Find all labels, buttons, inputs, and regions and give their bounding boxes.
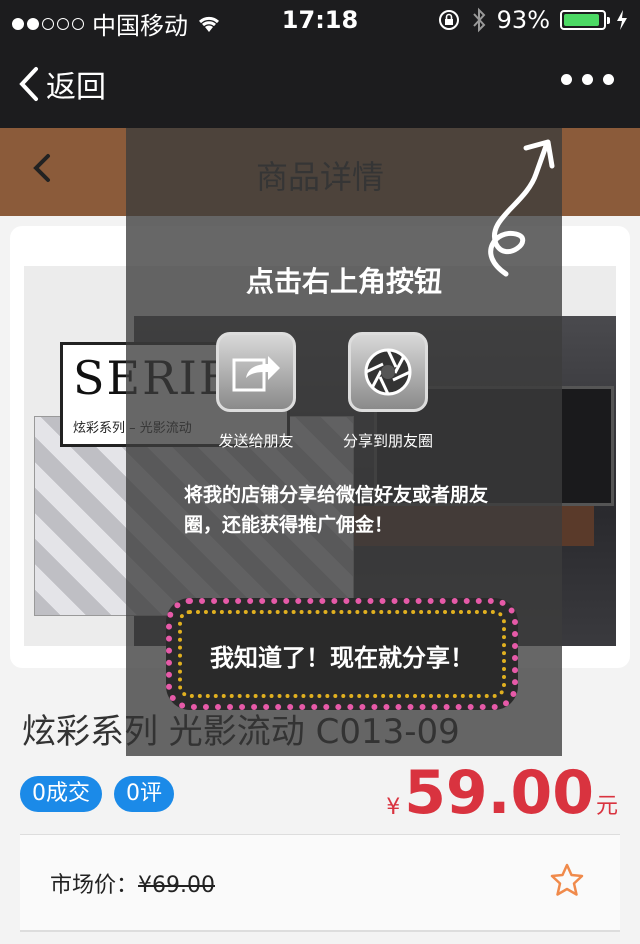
bottom-divider	[20, 930, 620, 932]
send-to-friend-button[interactable]	[216, 332, 296, 412]
overlay-description: 将我的店铺分享给微信好友或者朋友圈，还能获得推广佣金！	[184, 484, 489, 536]
reviews-badge[interactable]: 0评	[114, 776, 174, 812]
rotation-lock-icon	[438, 10, 459, 30]
status-right: 93%	[437, 6, 628, 34]
share-moments-button[interactable]	[348, 332, 428, 412]
chevron-left-icon	[19, 67, 38, 101]
overlay-title: 点击右上角按钮	[245, 265, 442, 298]
share-guide-overlay[interactable]: 点击右上角按钮 发送给朋友 分享到朋友圈 将我的店铺分享给微信好友或者朋友圈，还…	[126, 128, 562, 756]
price-currency: ¥	[386, 795, 401, 820]
confirm-share-button[interactable]: 我知道了！现在就分享！	[166, 598, 518, 710]
back-label: 返回	[46, 70, 106, 105]
battery-percent: 93%	[496, 6, 550, 34]
price-amount: 59.00	[404, 758, 594, 828]
more-dots-icon[interactable]	[561, 74, 614, 85]
aperture-icon	[364, 348, 412, 396]
market-price: 市场价：¥69.00	[50, 867, 215, 899]
back-button[interactable]: 返回	[18, 62, 106, 106]
send-to-friend-label: 发送给朋友	[218, 432, 294, 450]
product-title: 炫彩系列 光影流动 C013-09	[22, 712, 460, 752]
forward-icon	[232, 356, 280, 392]
favorite-star-icon[interactable]	[550, 863, 584, 897]
share-moments-label: 分享到朋友圈	[342, 432, 433, 450]
market-price-row: 市场价：¥69.00	[20, 835, 620, 931]
price-unit: 元	[595, 794, 618, 819]
market-price-value: ¥69.00	[138, 873, 215, 898]
deals-badge: 0成交	[20, 776, 102, 812]
status-bar: 中国移动 17:18 93%	[0, 0, 640, 40]
market-price-label: 市场价：	[50, 873, 139, 898]
confirm-share-label: 我知道了！现在就分享！	[210, 644, 474, 672]
price: ¥ 59.00 元	[386, 758, 618, 828]
battery-icon	[560, 10, 610, 30]
bluetooth-icon	[472, 7, 486, 33]
top-nav-bar: 返回	[0, 40, 640, 128]
charging-icon	[617, 10, 627, 30]
